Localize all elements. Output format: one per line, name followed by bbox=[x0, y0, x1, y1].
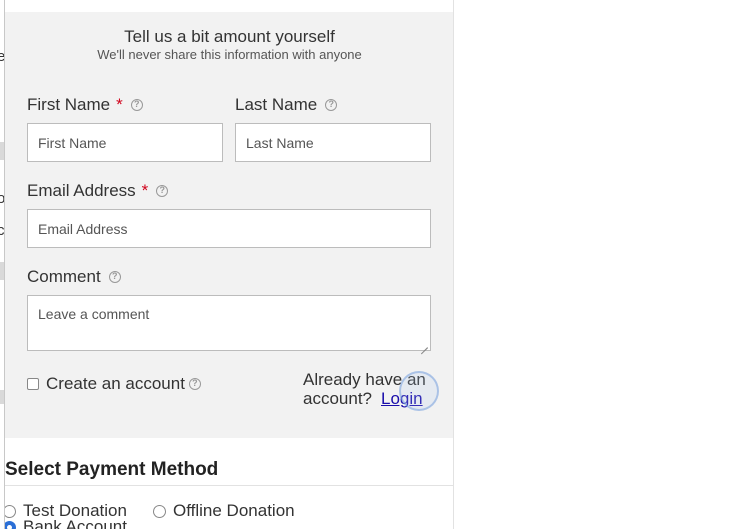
radio-label-bank-account[interactable]: Bank Account bbox=[23, 517, 127, 529]
radio-test-donation[interactable] bbox=[5, 505, 16, 518]
section-subheading: We'll never share this information with … bbox=[97, 47, 362, 62]
first-name-field[interactable] bbox=[27, 123, 223, 162]
section-heading: Tell us a bit amount yourself bbox=[124, 27, 335, 46]
required-mark: * bbox=[116, 95, 123, 114]
help-icon[interactable]: ? bbox=[188, 378, 201, 390]
radio-label-offline-donation[interactable]: Offline Donation bbox=[173, 501, 295, 521]
radio-offline-donation[interactable] bbox=[153, 505, 166, 518]
email-label-text: Email Address bbox=[27, 181, 136, 200]
comment-textarea[interactable] bbox=[27, 295, 431, 351]
help-icon[interactable]: ? bbox=[325, 99, 338, 111]
clipped-element bbox=[0, 390, 4, 404]
clipped-element bbox=[0, 142, 4, 160]
payment-method-title: Select Payment Method bbox=[5, 459, 219, 480]
email-field[interactable] bbox=[27, 209, 431, 248]
resize-handle-icon[interactable] bbox=[420, 340, 428, 348]
last-name-field[interactable] bbox=[235, 123, 431, 162]
donation-form-panel: Tell us a bit amount yourself We'll neve… bbox=[5, 0, 454, 529]
last-name-label-text: Last Name bbox=[235, 95, 318, 114]
first-name-label-text: First Name bbox=[27, 95, 111, 114]
help-icon[interactable]: ? bbox=[156, 185, 169, 197]
login-prompt-text: account? bbox=[303, 389, 372, 408]
radio-bank-account[interactable] bbox=[5, 521, 16, 529]
divider bbox=[5, 485, 453, 486]
create-account-checkbox[interactable] bbox=[27, 378, 39, 390]
required-mark: * bbox=[141, 181, 149, 200]
first-name-label: First Name * ? bbox=[27, 95, 143, 115]
clipped-text: c bbox=[0, 222, 4, 239]
comment-label: Comment ? bbox=[27, 267, 121, 287]
last-name-label: Last Name ? bbox=[235, 95, 338, 115]
personal-info-section: Tell us a bit amount yourself We'll neve… bbox=[5, 12, 453, 438]
click-indicator bbox=[399, 371, 439, 411]
email-label: Email Address * ? bbox=[27, 181, 169, 201]
create-account-label[interactable]: Create an account ? bbox=[46, 374, 201, 394]
clipped-element bbox=[0, 262, 4, 280]
help-icon[interactable]: ? bbox=[108, 271, 121, 283]
help-icon[interactable]: ? bbox=[130, 99, 143, 111]
comment-label-text: Comment bbox=[27, 267, 101, 286]
create-account-label-text: Create an account bbox=[46, 374, 185, 393]
